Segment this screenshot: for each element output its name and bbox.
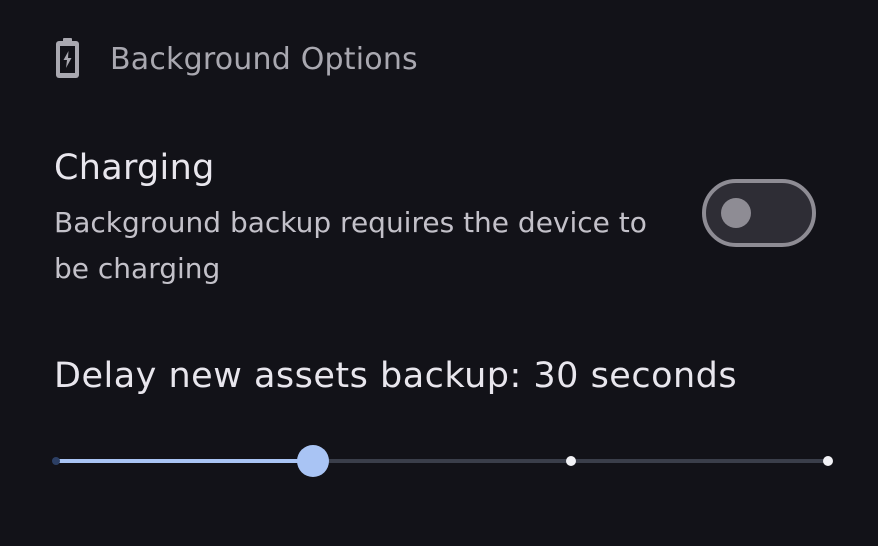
toggle-knob xyxy=(721,198,751,228)
section-header: Background Options xyxy=(54,38,418,80)
delay-label: Delay new assets backup: 30 seconds xyxy=(54,356,738,396)
delay-slider[interactable] xyxy=(50,440,840,484)
slider-thumb[interactable] xyxy=(297,445,330,477)
charging-toggle[interactable] xyxy=(702,179,816,247)
setting-title: Charging xyxy=(54,148,215,188)
slider-tick xyxy=(823,456,833,466)
battery-charging-icon xyxy=(56,38,79,78)
slider-tick xyxy=(52,457,60,465)
setting-description: Background backup requires the device to… xyxy=(54,206,647,285)
charging-setting[interactable]: Charging Background backup requires the … xyxy=(54,142,834,292)
slider-track-active xyxy=(56,459,314,463)
slider-tick xyxy=(565,456,576,466)
section-title: Background Options xyxy=(110,41,418,77)
